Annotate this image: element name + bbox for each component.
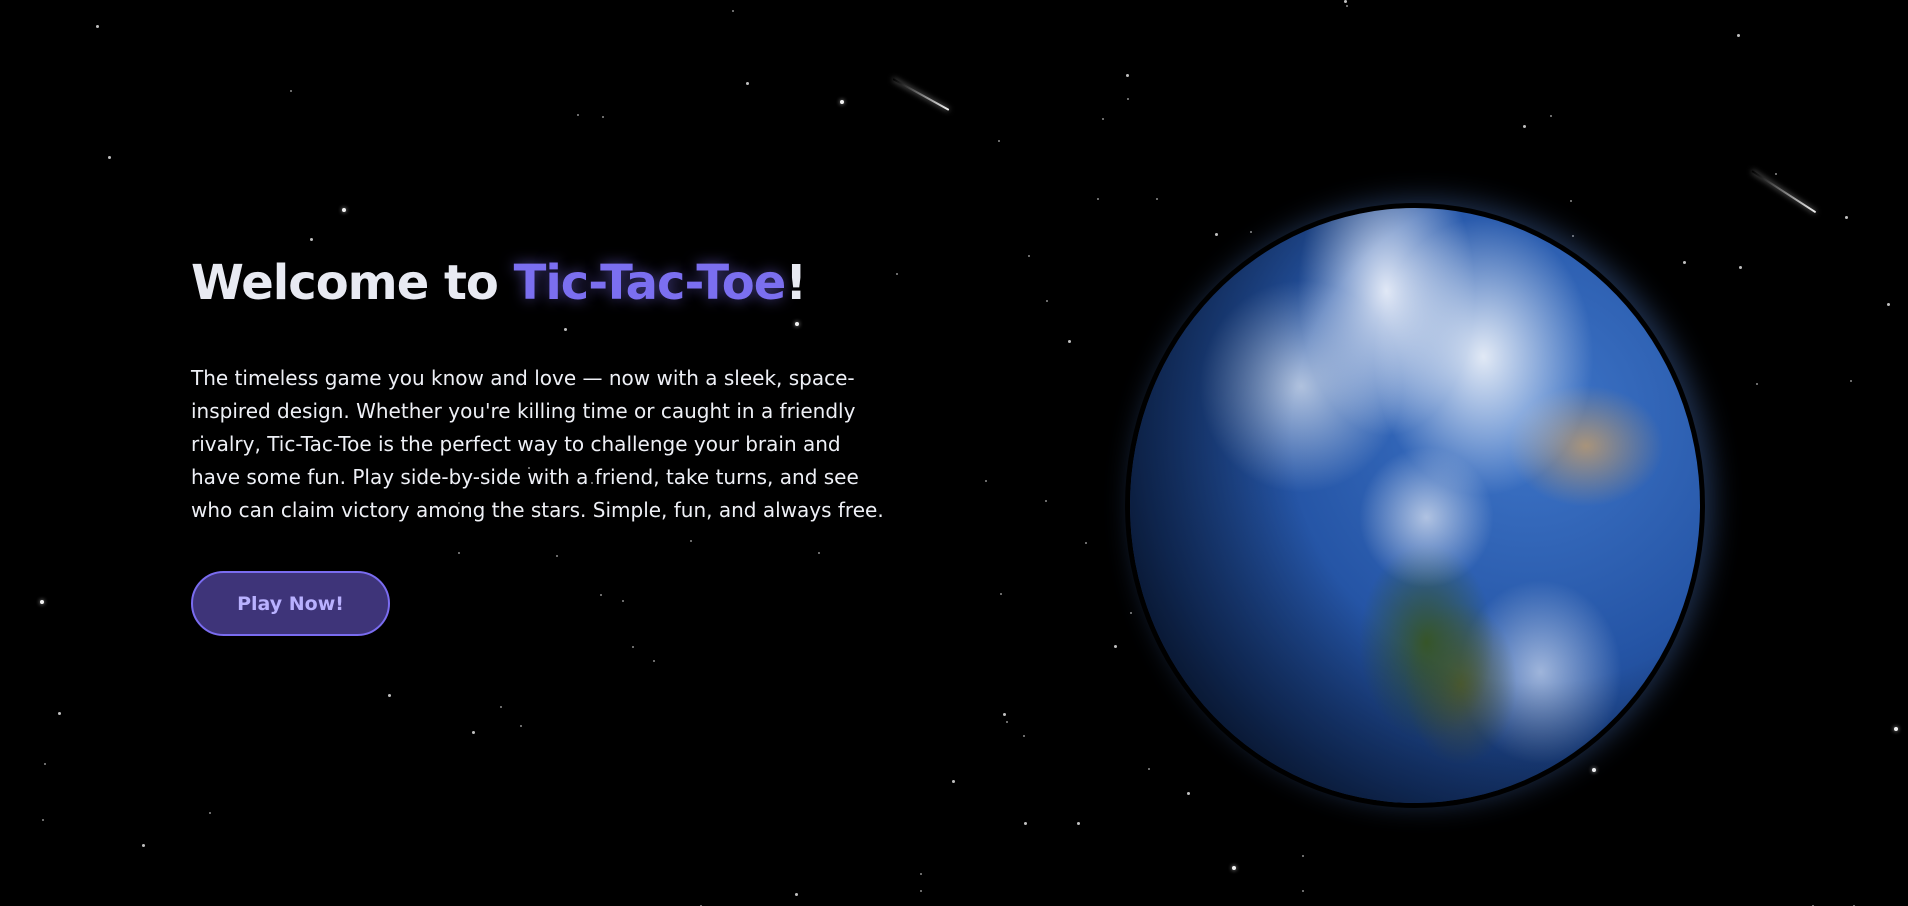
title-prefix: Welcome to [191,255,514,311]
star-dot [1232,866,1236,870]
star-dot [1845,216,1848,219]
star-dot [1894,727,1898,731]
star-dot [42,819,44,821]
star-dot [952,780,955,783]
star-dot [142,844,145,847]
star-dot [1344,0,1347,3]
star-dot [1028,255,1030,257]
hero-description: The timeless game you know and love — no… [191,366,884,522]
star-dot [1024,822,1027,825]
star-dot [653,660,655,662]
star-dot [1045,500,1047,502]
star-dot [1097,198,1099,200]
star-dot [746,82,749,85]
star-dot [632,646,634,648]
star-dot [1592,768,1596,772]
star-dot [732,10,734,12]
star-dot [1000,593,1002,595]
star-dot [985,480,987,482]
star-dot [1570,200,1572,202]
star-dot [1346,5,1348,7]
star-dot [342,208,346,212]
star-dot [108,156,111,159]
star-dot [1006,721,1008,723]
star-dot [44,763,46,765]
star-dot [1550,115,1552,117]
star-dot [920,873,922,875]
star-dot [500,706,502,708]
star-dot [1130,612,1132,614]
star-dot [520,725,522,727]
star-dot [40,600,44,604]
star-dot [1085,542,1087,544]
star-dot [1187,792,1190,795]
star-dot [1127,98,1129,100]
star-dot [96,25,99,28]
title-game-name: Tic-Tac-Toe [513,255,787,311]
star-dot [1302,855,1304,857]
star-dot [1250,231,1252,233]
star-dot [1737,34,1740,37]
star-dot [310,238,313,241]
star-dot [58,712,61,715]
star-dot [1683,261,1686,264]
star-dot [1887,303,1890,306]
star-dot [388,694,391,697]
star-dot [1068,340,1071,343]
page-title: Welcome to Tic-Tac-Toe! [191,250,911,316]
star-dot [1156,198,1158,200]
star-dot [998,140,1000,142]
star-dot [1077,822,1080,825]
star-dot [1215,233,1218,236]
star-dot [920,890,922,892]
star-dot [1126,74,1129,77]
play-now-button[interactable]: Play Now! [191,571,390,636]
star-dot [1756,383,1758,385]
star-dot [795,893,798,896]
star-dot [1148,768,1150,770]
star-dot [1102,118,1104,120]
star-dot [1003,713,1006,716]
star-dot [1114,645,1117,648]
earth-globe-icon [1130,208,1700,803]
star-dot [1850,380,1852,382]
star-dot [1023,735,1025,737]
star-dot [840,100,844,104]
star-dot [602,116,604,118]
star-dot [472,731,475,734]
hero-section: Welcome to Tic-Tac-Toe! The timeless gam… [191,250,911,636]
star-dot [1739,266,1742,269]
planet-shadow [1130,208,1700,803]
star-dot [577,114,579,116]
star-dot [1302,890,1304,892]
star-dot [1572,235,1574,237]
title-suffix: ! [785,255,807,311]
space-scene: Welcome to Tic-Tac-Toe! The timeless gam… [0,0,1908,906]
star-dot [1775,173,1777,175]
star-dot [290,90,292,92]
star-dot [1523,125,1526,128]
star-dot [209,812,211,814]
star-dot [1046,300,1048,302]
